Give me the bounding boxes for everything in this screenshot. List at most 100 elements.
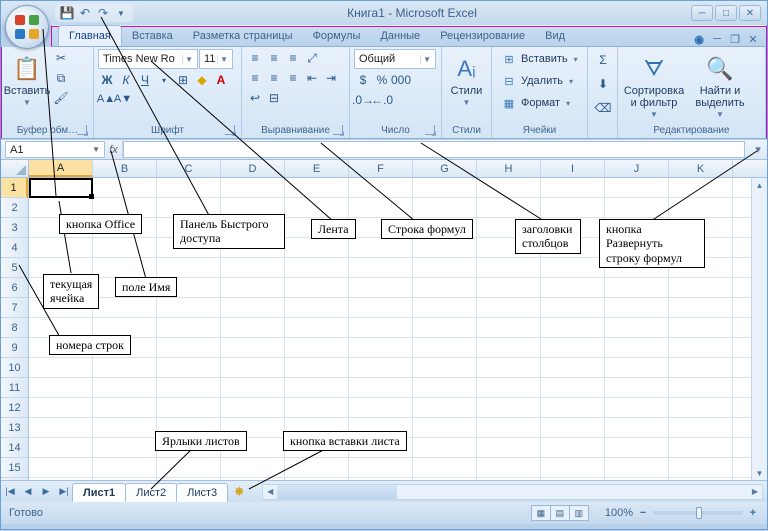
styles-button[interactable]: Aᵢ Стили▼ [446,49,487,108]
row-header[interactable]: 6 [1,278,28,298]
alignment-dialog-icon[interactable] [333,125,343,135]
row-header[interactable]: 14 [1,438,28,458]
column-header[interactable]: K [669,160,733,177]
copy-button[interactable]: ⧉ [52,69,70,87]
merge-button[interactable]: ⊟ [265,89,283,107]
close-button[interactable]: ✕ [739,5,761,21]
align-center-button[interactable]: ≡ [265,69,283,87]
view-page-break-button[interactable]: ▥ [569,505,589,521]
tab-insert[interactable]: Вставка [122,26,183,46]
row-header[interactable]: 2 [1,198,28,218]
percent-button[interactable]: % [373,71,391,89]
find-select-button[interactable]: 🔍 Найти и выделить▼ [690,49,750,120]
fill-button[interactable]: ⬇ [592,73,614,95]
zoom-level-label[interactable]: 100% [605,507,633,519]
horizontal-scrollbar[interactable]: ◀▶ [262,484,763,500]
decrease-decimal-button[interactable]: ←.0 [373,91,391,109]
zoom-out-button[interactable]: − [637,507,649,519]
sheet-nav-next-button[interactable]: ▶ [37,483,55,501]
italic-button[interactable]: К [117,71,135,89]
formula-input[interactable] [123,141,745,158]
clear-button[interactable]: ⌫ [592,97,614,119]
grow-font-icon[interactable]: A▲ [98,91,114,107]
column-header[interactable]: I [541,160,605,177]
align-middle-button[interactable]: ≡ [265,49,283,67]
tab-view[interactable]: Вид [535,26,575,46]
zoom-slider[interactable] [653,511,743,515]
underline-button[interactable]: Ч [136,71,154,89]
expand-formula-bar-button[interactable]: ▾ [749,140,767,159]
mdi-restore-button[interactable]: ❐ [728,32,742,46]
font-name-combo[interactable]: Times New Ro▼ [98,49,198,69]
insert-cells-button[interactable]: ⊞Вставить▾ [496,49,583,69]
tab-formulas[interactable]: Формулы [303,26,371,46]
sheet-tab[interactable]: Лист2 [125,483,177,502]
number-format-combo[interactable]: Общий▼ [354,49,436,69]
column-header[interactable]: B [93,160,157,177]
row-header[interactable]: 4 [1,238,28,258]
column-header[interactable]: E [285,160,349,177]
column-header[interactable]: G [413,160,477,177]
row-header[interactable]: 11 [1,378,28,398]
sort-filter-button[interactable]: ᗊ Сортировка и фильтр▼ [622,49,686,120]
vertical-scrollbar[interactable]: ▲ ▼ [751,178,767,480]
select-all-button[interactable] [1,160,29,177]
font-dialog-icon[interactable] [225,125,235,135]
font-size-combo[interactable]: 11▼ [199,49,233,69]
maximize-button[interactable]: □ [715,5,737,21]
minimize-button[interactable]: ─ [691,5,713,21]
tab-data[interactable]: Данные [370,26,430,46]
column-header[interactable]: F [349,160,413,177]
align-top-button[interactable]: ≡ [246,49,264,67]
row-header[interactable]: 7 [1,298,28,318]
increase-indent-button[interactable]: ⇥ [322,69,340,87]
row-header[interactable]: 8 [1,318,28,338]
active-cell[interactable] [29,178,93,198]
decrease-indent-button[interactable]: ⇤ [303,69,321,87]
row-header[interactable]: 5 [1,258,28,278]
delete-cells-button[interactable]: ⊟Удалить▾ [496,71,583,91]
redo-icon[interactable]: ↷ [95,5,111,21]
fx-icon[interactable]: fx [105,140,123,159]
sheet-nav-first-button[interactable]: |◀ [1,483,19,501]
row-header[interactable]: 10 [1,358,28,378]
cut-button[interactable]: ✂ [52,49,70,67]
autosum-button[interactable]: Σ [592,49,614,71]
tab-page-layout[interactable]: Разметка страницы [183,26,303,46]
office-button[interactable] [5,5,49,49]
sheet-tab[interactable]: Лист1 [72,483,126,502]
column-header[interactable]: C [157,160,221,177]
save-icon[interactable]: 💾 [59,5,75,21]
format-painter-button[interactable]: 🖌 [52,89,70,107]
align-bottom-button[interactable]: ≡ [284,49,302,67]
row-header[interactable]: 1 [1,178,28,198]
sheet-nav-prev-button[interactable]: ◀ [19,483,37,501]
fill-color-button[interactable]: ◆ [193,71,211,89]
font-color-button[interactable]: A [212,71,230,89]
sheet-tab[interactable]: Лист3 [176,483,228,502]
mdi-close-button[interactable]: ✕ [746,32,760,46]
column-header[interactable]: D [221,160,285,177]
number-dialog-icon[interactable] [425,125,435,135]
clipboard-dialog-icon[interactable] [77,125,87,135]
row-header[interactable]: 3 [1,218,28,238]
shrink-font-icon[interactable]: A▼ [115,91,131,107]
align-left-button[interactable]: ≡ [246,69,264,87]
row-header[interactable]: 12 [1,398,28,418]
bold-button[interactable]: Ж [98,71,116,89]
row-header[interactable]: 9 [1,338,28,358]
view-page-layout-button[interactable]: ▤ [550,505,570,521]
align-right-button[interactable]: ≡ [284,69,302,87]
currency-button[interactable]: $ [354,71,372,89]
column-header[interactable]: A [29,160,93,177]
help-icon[interactable]: ◉ [694,33,704,46]
paste-button[interactable]: 📋 Вставить ▼ [6,49,48,108]
view-normal-button[interactable]: ▦ [531,505,551,521]
column-header[interactable]: H [477,160,541,177]
name-box[interactable]: A1▼ [5,141,105,158]
border-button[interactable]: ⊞ [174,71,192,89]
column-header[interactable]: J [605,160,669,177]
tab-home[interactable]: Главная [58,25,122,46]
undo-icon[interactable]: ↶ [77,5,93,21]
mdi-minimize-button[interactable]: ─ [710,32,724,46]
